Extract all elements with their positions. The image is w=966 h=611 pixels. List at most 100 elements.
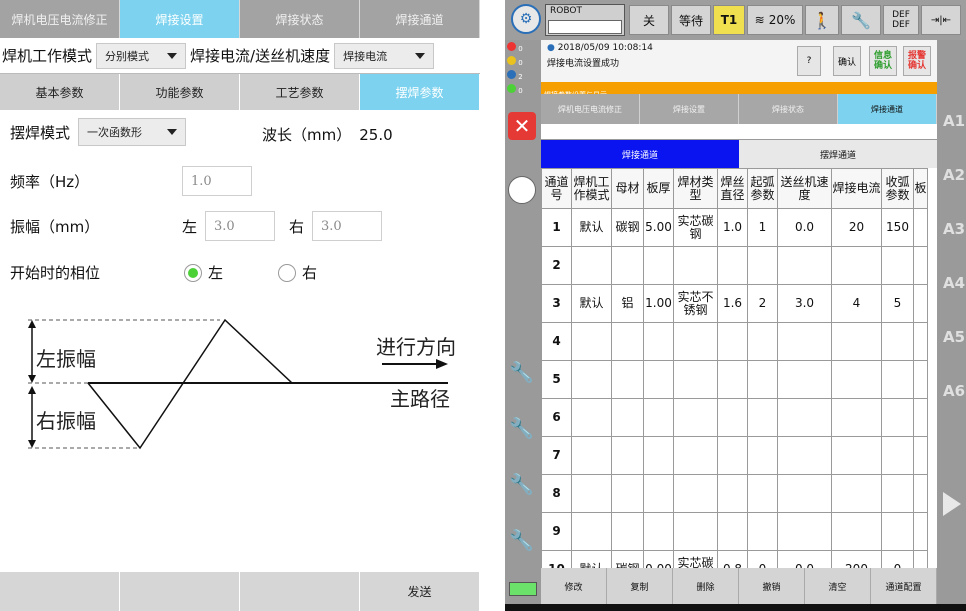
tab-weld-channel-list[interactable]: 焊接通道: [541, 140, 739, 168]
def-frame-button[interactable]: DEF DEF: [883, 5, 919, 35]
warning-count[interactable]: 0: [507, 56, 537, 70]
table-cell: 1.0: [717, 208, 748, 247]
modify-button[interactable]: 修改: [541, 568, 607, 604]
table-row[interactable]: 4: [541, 322, 928, 361]
table-row[interactable]: 8: [541, 474, 928, 513]
tab-weave-channel-list[interactable]: 摆焊通道: [739, 140, 937, 168]
tab-weld-status[interactable]: 焊接状态: [240, 0, 360, 38]
tab-basic-params[interactable]: 基本参数: [0, 74, 120, 110]
clock-icon[interactable]: [508, 176, 536, 204]
table-cell: 4: [831, 284, 882, 323]
channel-table-container[interactable]: 通道号 焊机工作模式 母材 板厚 焊材类型 焊丝直径 起弧参数 送丝机速度 焊接电流 收弧参数板 …: [541, 168, 937, 568]
tab-weld-channel[interactable]: 焊接通道: [360, 0, 480, 38]
amplitude-right-label: 右: [289, 217, 305, 236]
current-speed-select[interactable]: 焊接电流: [334, 42, 435, 69]
robot-name-field: [548, 20, 622, 34]
channel-number-cell: 10: [541, 550, 572, 568]
table-cell: [611, 436, 644, 475]
table-row[interactable]: 6: [541, 398, 928, 437]
wrench-icon[interactable]: 🔧: [509, 360, 534, 384]
table-row[interactable]: 7: [541, 436, 928, 475]
tab-weld-status[interactable]: 焊接状态: [739, 94, 838, 124]
table-cell: 1: [747, 208, 778, 247]
weave-mode-select[interactable]: 一次函数形: [78, 118, 187, 146]
help-button[interactable]: ?: [797, 46, 821, 76]
bottom-button-2[interactable]: [120, 572, 240, 611]
close-icon[interactable]: ✕: [508, 112, 536, 140]
phase-left-radio[interactable]: [184, 263, 202, 282]
info-confirm-button[interactable]: 信息确认: [869, 46, 897, 76]
axis-a3-label[interactable]: A3: [943, 220, 965, 238]
axis-a1-label[interactable]: A1: [943, 112, 965, 130]
wrench-icon[interactable]: 🔧: [509, 528, 534, 552]
axis-a4-label[interactable]: A4: [943, 274, 965, 292]
table-cell: [747, 322, 778, 361]
speed-button[interactable]: ≋ 20%: [747, 5, 803, 35]
axis-a6-label[interactable]: A6: [943, 382, 965, 400]
axis-a5-label[interactable]: A5: [943, 328, 965, 346]
tool-wrench-icon[interactable]: 🔧: [841, 5, 881, 35]
tab-weld-channel[interactable]: 焊接通道: [838, 94, 937, 124]
table-row[interactable]: 9: [541, 512, 928, 551]
tab-weave-params[interactable]: 摆焊参数: [360, 74, 480, 110]
wrench-icon[interactable]: 🔧: [509, 416, 534, 440]
table-cell: [571, 322, 612, 361]
tab-process-params[interactable]: 工艺参数: [240, 74, 360, 110]
table-row[interactable]: 3 默认铝 1.00 实芯不锈钢 1.6 2 3.0 4 5: [541, 284, 928, 323]
robot-name-box[interactable]: ROBOT: [545, 4, 625, 36]
amplitude-row: 振幅（mm） 左 3.0 右 3.0: [10, 211, 383, 241]
info-count[interactable]: 2: [507, 70, 537, 84]
table-cell: [643, 322, 674, 361]
table-row[interactable]: 2: [541, 246, 928, 285]
tab-voltage-correction[interactable]: 焊机电压电流修正: [541, 94, 640, 124]
tab-weld-settings[interactable]: 焊接设置: [120, 0, 240, 38]
frequency-input[interactable]: 1.0: [182, 166, 252, 196]
ok-count[interactable]: 0: [507, 84, 537, 98]
play-icon[interactable]: [943, 492, 961, 516]
right-bottom-toolbar: 修改 复制 删除 撤销 清空 通道配置: [541, 568, 937, 604]
table-row[interactable]: 5: [541, 360, 928, 399]
walking-man-icon[interactable]: 🚶: [805, 5, 839, 35]
phase-right-radio[interactable]: [278, 263, 296, 282]
table-cell: 2: [747, 284, 778, 323]
table-cell: [777, 398, 832, 437]
table-cell: [673, 436, 718, 475]
alarm-confirm-button[interactable]: 报警确认: [903, 46, 931, 76]
tab-function-params[interactable]: 功能参数: [120, 74, 240, 110]
table-cell: 默认: [571, 284, 612, 323]
bottom-button-3[interactable]: [240, 572, 360, 611]
table-header-cell: 焊丝直径: [717, 168, 748, 209]
channel-config-button[interactable]: 通道配置: [871, 568, 937, 604]
copy-button[interactable]: 复制: [607, 568, 673, 604]
robot-logo-icon[interactable]: ⚙: [511, 4, 541, 34]
table-cell: [881, 322, 914, 361]
table-cell: [673, 246, 718, 285]
status-green-indicator: [509, 582, 537, 596]
confirm-button[interactable]: 确认: [833, 46, 861, 76]
tab-weld-settings[interactable]: 焊接设置: [640, 94, 739, 124]
mode-t1-button[interactable]: T1: [713, 5, 745, 35]
phase-left-label: 左: [208, 264, 224, 282]
amplitude-right-input[interactable]: 3.0: [312, 211, 383, 241]
table-cell: [747, 360, 778, 399]
table-row[interactable]: 1 默认 碳钢 5.00 实芯碳钢 1.0 1 0.0 20 150: [541, 208, 928, 247]
amplitude-left-input[interactable]: 3.0: [205, 211, 276, 241]
error-count[interactable]: 0: [507, 42, 537, 56]
send-button[interactable]: 发送: [360, 572, 480, 611]
power-off-button[interactable]: 关: [629, 5, 669, 35]
tab-voltage-correction[interactable]: 焊机电压电流修正: [0, 0, 120, 38]
undo-button[interactable]: 撤销: [739, 568, 805, 604]
work-mode-row: 焊机工作模式 分别模式 焊接电流/送丝机速度 焊接电流: [0, 38, 480, 74]
work-mode-select[interactable]: 分别模式: [96, 42, 187, 69]
table-row[interactable]: 10默认碳钢0.00实芯碳钢0.800.02000: [541, 550, 928, 568]
axis-a2-label[interactable]: A2: [943, 166, 965, 184]
table-cell: [881, 474, 914, 513]
delete-button[interactable]: 删除: [673, 568, 739, 604]
wait-button[interactable]: 等待: [671, 5, 711, 35]
wrench-icon[interactable]: 🔧: [509, 472, 534, 496]
clear-button[interactable]: 清空: [805, 568, 871, 604]
phase-right-label: 右: [302, 264, 318, 282]
table-cell: [777, 436, 832, 475]
bottom-button-1[interactable]: [0, 572, 120, 611]
jog-axis-icon[interactable]: ⇥|⇤: [921, 5, 961, 35]
